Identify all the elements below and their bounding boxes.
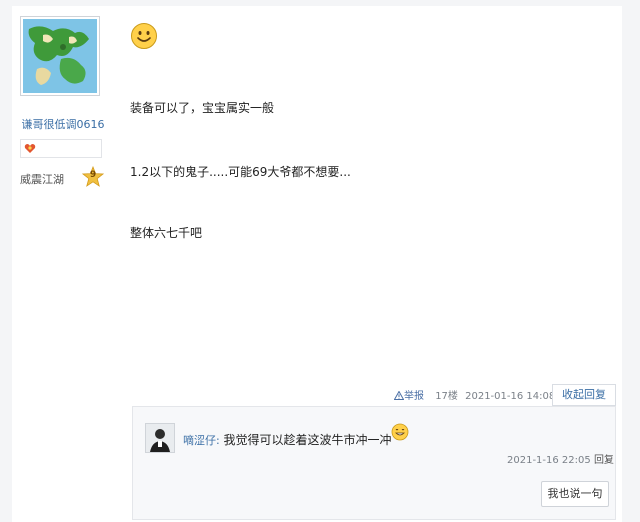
report-link[interactable]: 举报 — [393, 390, 431, 402]
comment-timestamp: 2021-1-16 22:05 — [507, 455, 591, 466]
comment-box: 嘀涩仔: 我觉得可以趁着这波牛市冲一冲 2021-1-16 22:05 回复 我… — [132, 406, 616, 520]
post-line: 装备可以了，宝宝属实一般 — [130, 101, 275, 115]
commenter-name[interactable]: 嘀涩仔: — [183, 434, 220, 447]
warning-icon — [393, 390, 405, 400]
comment-reply-link[interactable]: 回复 — [594, 455, 614, 466]
report-label: 举报 — [404, 391, 424, 402]
medal-icon — [24, 144, 36, 153]
comment-meta: 2021-1-16 22:05 回复 — [507, 451, 614, 466]
rank-level: 9 — [89, 170, 97, 180]
collapse-replies-button[interactable]: 收起回复 — [552, 384, 616, 406]
post-page: 谦哥很低调0616 威震江湖 9 装备可以了，宝宝属实一般 1.2以下的鬼子..… — [0, 0, 640, 522]
comment-body: 我觉得可以趁着这波牛市冲一冲 — [223, 433, 392, 447]
author-username[interactable]: 谦哥很低调0616 — [12, 116, 114, 132]
post-timestamp: 2021-01-16 14:08 — [465, 391, 556, 402]
floor-number: 17楼 — [435, 391, 458, 402]
post-content-area: 装备可以了，宝宝属实一般 1.2以下的鬼子.....可能69大爷都不想要... … — [114, 6, 622, 522]
smiley-face-icon — [131, 23, 157, 49]
commenter-avatar[interactable] — [145, 423, 175, 453]
post-meta: 举报 17楼 2021-01-16 14:08 — [393, 387, 559, 403]
author-sidebar: 谦哥很低调0616 威震江湖 9 — [12, 6, 115, 522]
rank-title: 威震江湖 — [20, 173, 64, 186]
map-avatar-image — [23, 19, 97, 93]
grin-face-icon — [391, 423, 409, 441]
post-line: 1.2以下的鬼子.....可能69大爷都不想要... — [130, 165, 351, 179]
medal-box — [20, 139, 102, 158]
post-line: 整体六七千吧 — [130, 226, 203, 240]
add-comment-button[interactable]: 我也说一句 — [541, 481, 609, 507]
author-avatar[interactable] — [20, 16, 100, 96]
person-avatar-image — [146, 424, 174, 452]
comment-text: 嘀涩仔: 我觉得可以趁着这波牛市冲一冲 — [183, 431, 392, 448]
